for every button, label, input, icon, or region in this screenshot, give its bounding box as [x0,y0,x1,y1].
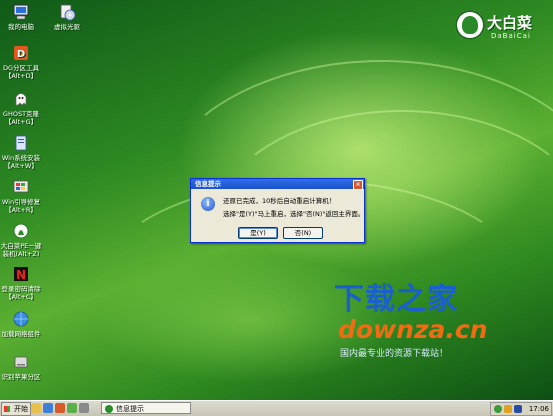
no-button[interactable]: 否(N) [283,227,323,239]
icon-label: 大白菜PE一键 [0,242,42,250]
system-tray: 17:06 [490,402,552,416]
cd-drive-icon [60,4,76,21]
svg-text:N: N [16,268,26,282]
cabbage-logo-icon [455,10,485,40]
desktop-icon-ghost[interactable]: GHOST克隆 【Alt+G】 [0,90,48,126]
watermark-title: 下载之家 [334,282,458,317]
task-app-icon [105,405,113,413]
desktop-icon-network[interactable]: 加载网络组件 [0,310,48,338]
tray-input-icon[interactable] [514,405,522,413]
info-dialog: 信息提示 × i 还原已完成，10秒后自动重启计算机！ 选择"是(Y)"马上重启… [190,178,365,243]
task-label: 信息提示 [116,405,144,413]
ghost-clone-icon [15,93,27,106]
desktop-icon-apple-partition[interactable]: 识别苹果分区 [0,353,48,381]
apple-partition-icon [14,356,28,368]
dialog-title: 信息提示 [195,180,221,188]
quicklaunch-tool-icon[interactable] [55,403,65,413]
dialog-message-line1: 还原已完成，10秒后自动重启计算机！ [223,197,336,205]
logo-subtext: DaBaiCai [491,32,531,40]
task-button-info[interactable]: 信息提示 [101,402,191,414]
taskbar: 开始 信息提示 17:06 [0,400,553,416]
desktop: 我的电脑 虚拟光驱 D DG分区工具 【Alt+D】 GHOST克隆 【Alt+… [0,0,553,400]
yes-button[interactable]: 是(Y) [238,227,278,239]
quicklaunch-disk-icon[interactable] [79,403,89,413]
partition-tool-icon: D [14,46,28,60]
desktop-icon-onekey-install[interactable]: 大白菜PE一键 装机(Alt+Z) [0,222,48,258]
icon-label: 登录密码清除 [1,285,41,293]
quicklaunch-folder-icon[interactable] [31,403,41,413]
windows-flag-icon [4,406,10,412]
desktop-icon-boot-repair[interactable]: Win引导修复 【Alt+R】 [0,178,48,214]
icon-label: DG分区工具 [2,64,40,72]
dabaicai-logo: 大白菜 DaBaiCai [455,8,547,48]
downza-watermark: 下载之家 downza.cn 国内最专业的资源下载站！ [334,282,534,360]
icon-label: Win引导修复 [1,198,41,206]
tray-network-icon[interactable] [494,405,502,413]
desktop-icon-dg-partition[interactable]: D DG分区工具 【Alt+D】 [0,44,48,80]
quicklaunch-explorer-icon[interactable] [43,403,53,413]
start-button[interactable]: 开始 [1,402,31,416]
watermark-url: downza.cn [338,315,488,344]
close-icon[interactable]: × [353,180,363,190]
icon-label: Win系统安装 [1,154,41,162]
desktop-icon-virtual-drive[interactable]: 虚拟光驱 [40,3,94,31]
dialog-message-line2: 选择"是(Y)"马上重启，选择"否(N)"返回主界面。 [223,210,365,218]
password-clear-icon: N [14,267,28,282]
desktop-icon-win-install[interactable]: Win系统安装 【Alt+W】 [0,134,48,170]
logo-text: 大白菜 [487,14,533,32]
icon-shortcut: 装机(Alt+Z) [2,250,40,258]
icon-shortcut: 【Alt+C】 [5,293,37,301]
dialog-titlebar[interactable]: 信息提示 × [191,179,364,190]
start-label: 开始 [14,405,28,413]
watermark-slogan: 国内最专业的资源下载站！ [340,349,449,359]
svg-text:D: D [17,49,25,60]
info-icon: i [201,197,215,211]
icon-label: 识别苹果分区 [1,373,41,381]
tray-sound-icon[interactable] [504,405,512,413]
quicklaunch-desktop-icon[interactable] [67,403,77,413]
icon-shortcut: 【Alt+D】 [4,72,38,80]
icon-shortcut: 【Alt+W】 [4,162,38,170]
icon-label: GHOST克隆 [2,110,40,118]
desktop-icon-password-clear[interactable]: N 登录密码清除 【Alt+C】 [0,265,48,301]
dabaicai-onekey-icon [13,223,29,239]
network-load-icon [13,311,29,327]
icon-label: 加载网络组件 [1,330,41,338]
boot-repair-icon [13,180,29,193]
computer-icon [13,4,29,20]
windows-install-icon [15,135,27,151]
icon-shortcut: 【Alt+R】 [5,206,37,214]
icon-label: 虚拟光驱 [54,23,80,31]
clock: 17:06 [528,405,549,413]
icon-shortcut: 【Alt+G】 [4,118,38,126]
